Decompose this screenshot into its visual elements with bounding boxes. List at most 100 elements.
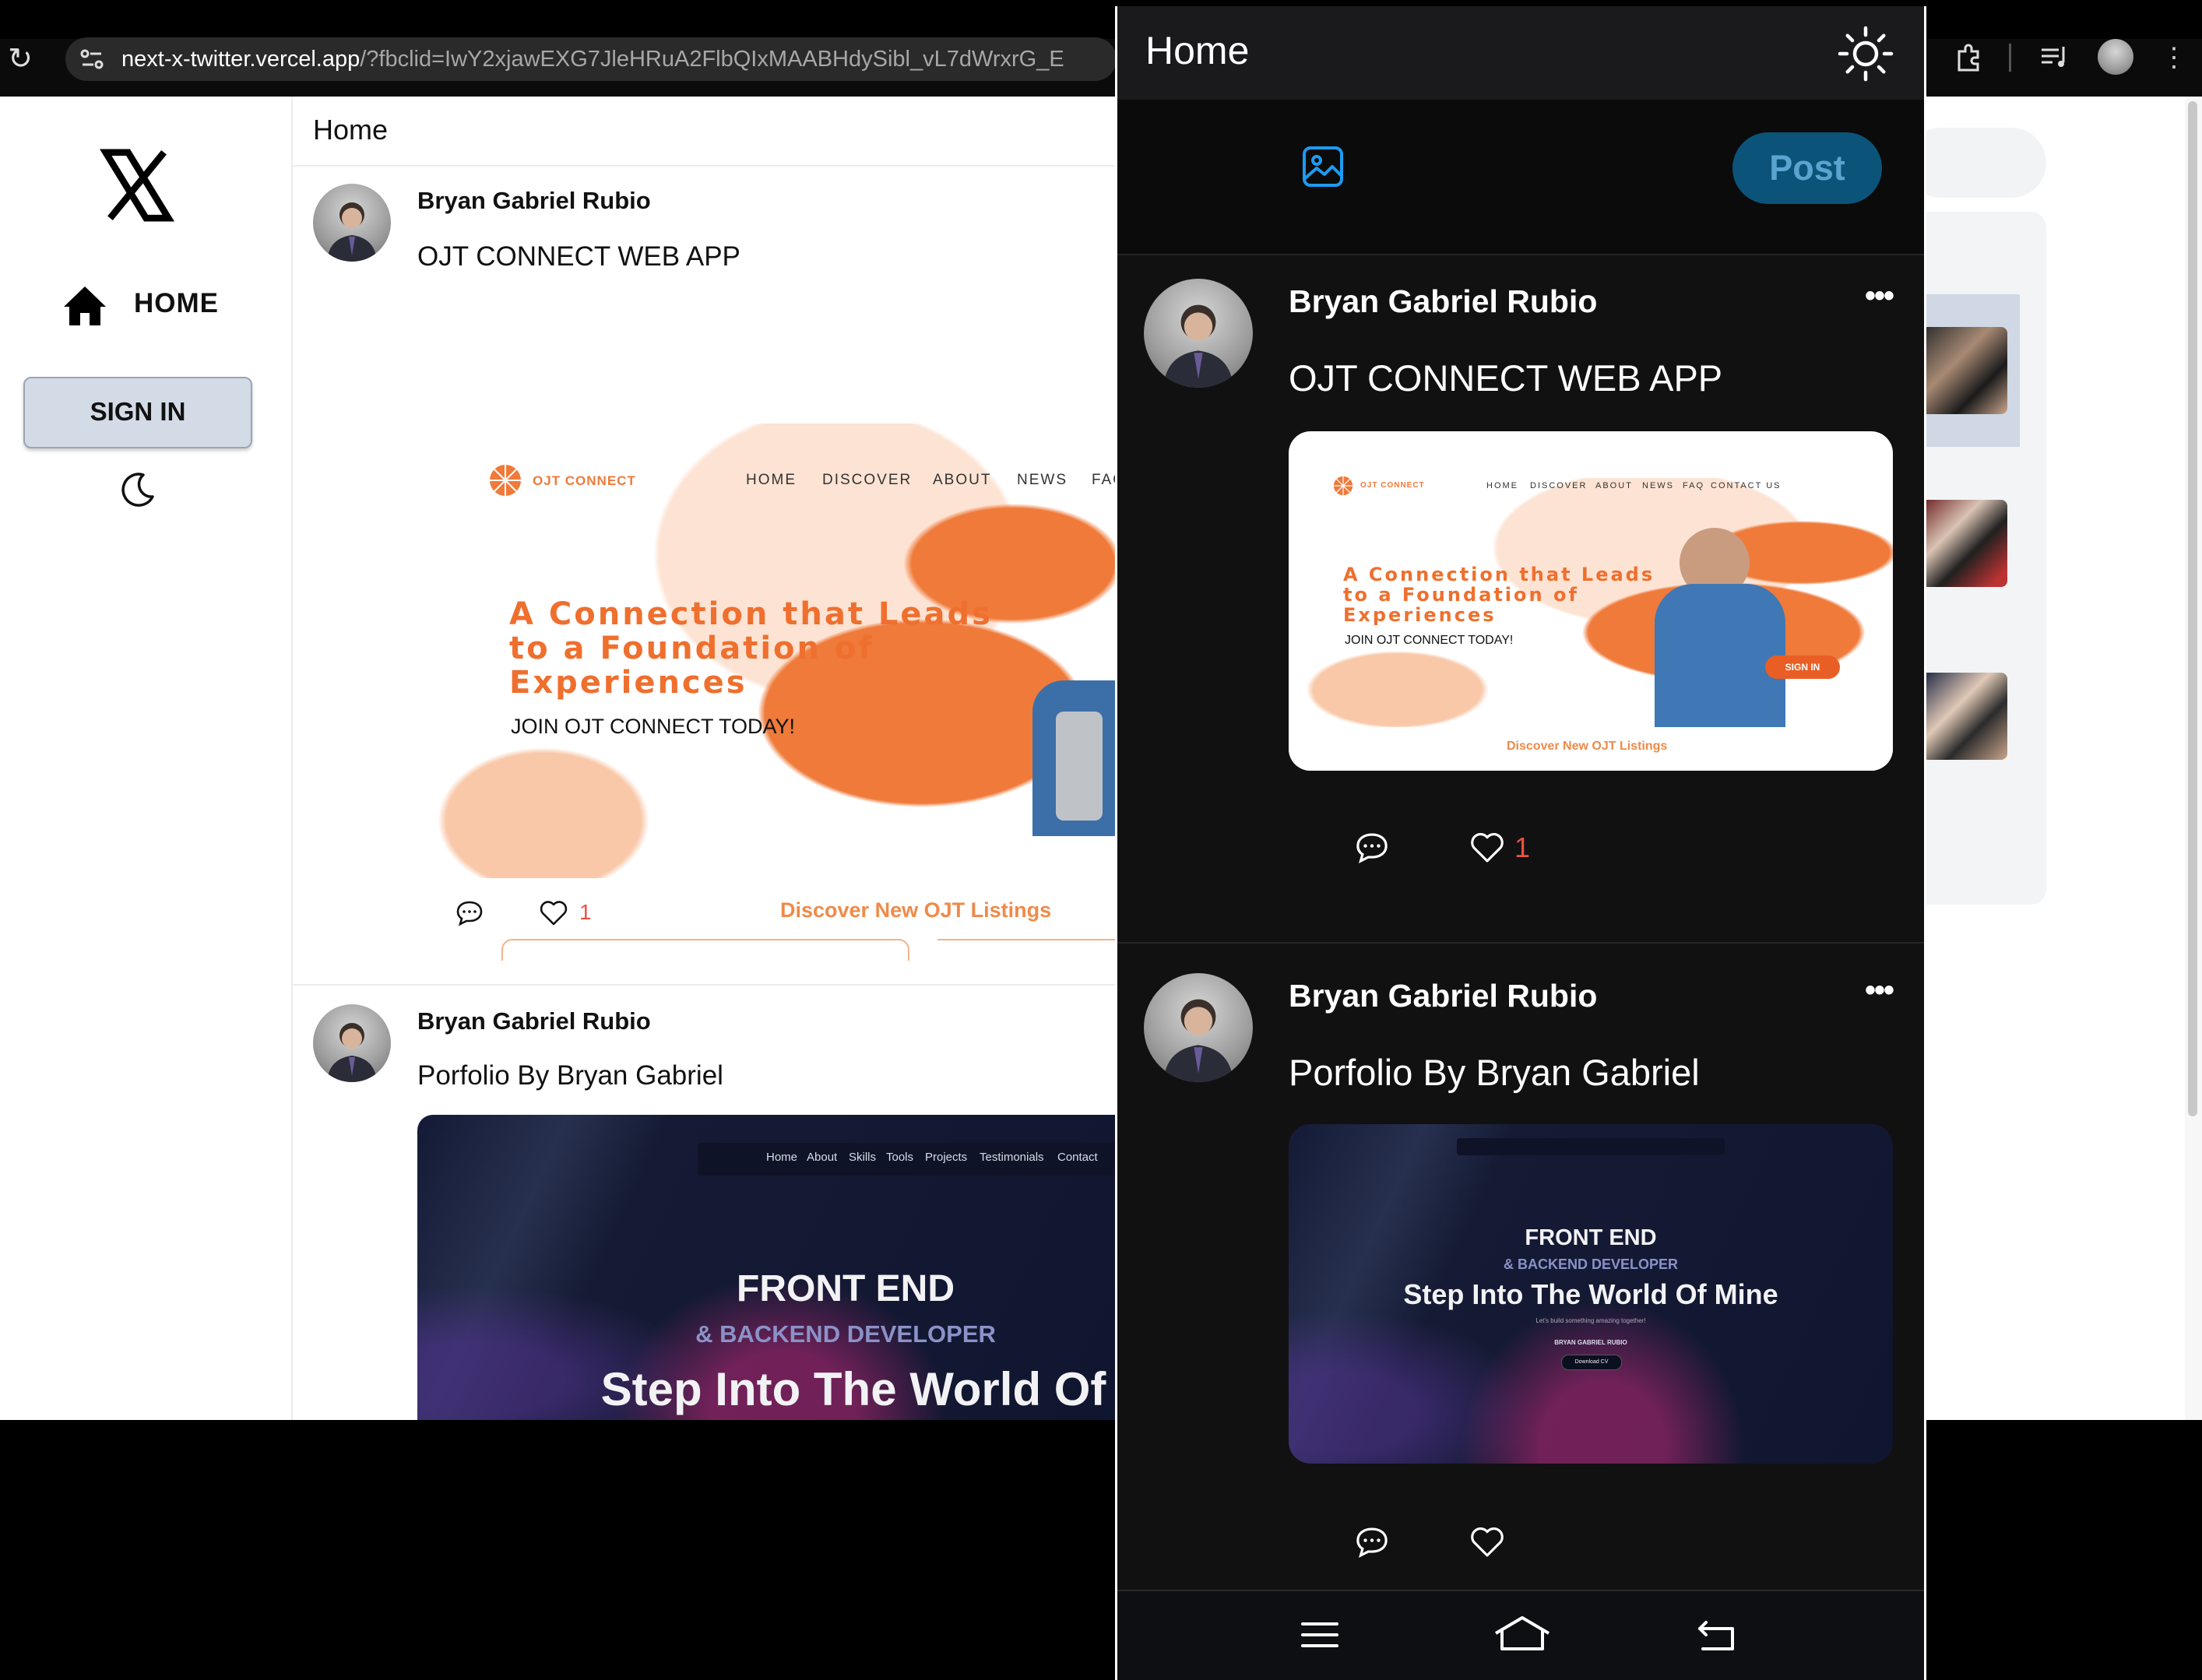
- heart-icon[interactable]: [1469, 830, 1505, 866]
- home-icon: [64, 286, 106, 325]
- site-settings-icon[interactable]: [78, 45, 106, 73]
- sun-icon[interactable]: [1837, 25, 1894, 83]
- preview-nav-item: Home: [766, 1151, 798, 1164]
- compose-divider: [1117, 254, 1924, 255]
- search-input[interactable]: [1906, 128, 2046, 198]
- preview-headline: Step Into The World Of: [600, 1363, 1106, 1415]
- preview-nav-item: DISCOVER: [822, 472, 913, 488]
- post-image-preview[interactable]: Home About Skills Tools Projects Testimo…: [417, 1115, 1118, 1420]
- post-author-name[interactable]: Bryan Gabriel Rubio: [417, 187, 651, 215]
- preview-headline: Experiences: [1343, 604, 1497, 626]
- like-count: 1: [1514, 831, 1531, 863]
- post-avatar[interactable]: [313, 1004, 391, 1082]
- url-path: /?fbclid=IwY2xjawEXG7JleHRuA2FlbQIxMAABH…: [360, 47, 1064, 72]
- url-text[interactable]: next-x-twitter.vercel.app/?fbclid=IwY2xj…: [121, 42, 1110, 76]
- news-thumbnail[interactable]: [1922, 327, 2007, 414]
- preview-nav-item: Testimonials: [980, 1151, 1044, 1164]
- post-divider: [1117, 942, 1924, 944]
- toolbar-divider: [2009, 44, 2011, 72]
- post-author-name[interactable]: Bryan Gabriel Rubio: [1289, 978, 1597, 1014]
- post-avatar[interactable]: [313, 184, 391, 262]
- preview-nav-item: Tools: [886, 1151, 914, 1164]
- preview-nav-item: Skills: [849, 1151, 877, 1164]
- sidebar-divider: [291, 97, 293, 1420]
- person-avatar-image: [327, 1023, 377, 1082]
- person-avatar-image: [1163, 304, 1233, 388]
- post-avatar[interactable]: [1144, 973, 1253, 1082]
- preview-nav-item: HOME: [1486, 481, 1518, 490]
- preview-nav-item: NEWS: [1642, 481, 1674, 490]
- more-options-icon[interactable]: •••: [1865, 279, 1894, 314]
- more-options-icon[interactable]: •••: [1865, 973, 1894, 1008]
- comment-icon[interactable]: [1354, 830, 1390, 866]
- url-host: next-x-twitter.vercel.app: [121, 47, 361, 72]
- ojt-logo-icon: [1333, 476, 1353, 496]
- home-button-icon[interactable]: [1491, 1611, 1553, 1655]
- media-controls-icon[interactable]: [2038, 40, 2073, 75]
- preview-card-outline: [501, 939, 909, 961]
- sign-in-button[interactable]: SIGN IN: [23, 377, 252, 448]
- preview-nav-item: About: [807, 1151, 838, 1164]
- preview-subtitle-line: & BACKEND DEVELOPER: [1503, 1256, 1679, 1272]
- preview-headline: Experiences: [509, 665, 747, 701]
- preview-nav-item: Contact: [1057, 1151, 1098, 1164]
- preview-signin-button: SIGN IN: [1765, 655, 1840, 679]
- preview-tagline: Let's build something amazing together!: [1535, 1317, 1646, 1324]
- person-avatar-image: [327, 202, 377, 262]
- preview-headline: to a Foundation of: [509, 631, 874, 666]
- post-image-preview[interactable]: OJT CONNECT HOME DISCOVER ABOUT NEWS FAQ…: [417, 307, 1118, 961]
- ojt-logo-text: OJT CONNECT: [1360, 481, 1425, 490]
- reload-icon[interactable]: ↻: [5, 44, 36, 75]
- ojt-logo-icon: [490, 465, 521, 496]
- preview-nav-bar: Home About Skills Tools Projects Testimo…: [698, 1143, 1118, 1176]
- preview-nav-item: NEWS: [1017, 472, 1068, 488]
- post-divider: [293, 984, 1118, 986]
- more-menu-icon[interactable]: ⋮: [2157, 40, 2191, 75]
- post-button[interactable]: Post: [1732, 132, 1882, 204]
- ojt-logo-text: OJT CONNECT: [533, 473, 636, 488]
- nav-home[interactable]: HOME: [58, 280, 244, 335]
- profile-avatar[interactable]: [2098, 39, 2133, 75]
- post-image-preview[interactable]: OJT CONNECT HOME DISCOVER ABOUT NEWS FAQ…: [1289, 431, 1893, 771]
- preview-subtitle-line: & BACKEND DEVELOPER: [695, 1320, 996, 1348]
- preview-nav-item: ABOUT: [933, 472, 992, 488]
- preview-nav-item: FAQ: [1092, 472, 1118, 488]
- extensions-icon[interactable]: [1951, 40, 1986, 75]
- preview-discover-heading: Discover New OJT Listings: [780, 898, 1052, 922]
- heart-icon[interactable]: [539, 898, 568, 928]
- preview-card-outline: [937, 939, 1118, 940]
- preview-title-line: FRONT END: [737, 1268, 955, 1309]
- person-avatar-image: [1163, 999, 1233, 1082]
- post-text: OJT CONNECT WEB APP: [1289, 357, 1723, 399]
- post-image-preview[interactable]: FRONT END & BACKEND DEVELOPER Step Into …: [1289, 1124, 1893, 1464]
- back-icon[interactable]: [1695, 1613, 1739, 1657]
- preview-headline: to a Foundation of: [1343, 584, 1579, 606]
- moon-icon[interactable]: [117, 470, 157, 511]
- recent-apps-icon[interactable]: [1298, 1613, 1342, 1657]
- post-text: Porfolio By Bryan Gabriel: [417, 1060, 723, 1091]
- feed-title: Home: [313, 114, 389, 146]
- nav-home-label: HOME: [134, 288, 219, 318]
- page-scrollbar-thumb[interactable]: [2188, 101, 2197, 1116]
- preview-discover-heading: Discover New OJT Listings: [1507, 740, 1668, 753]
- preview-download-cv-button: Download CV: [1561, 1355, 1622, 1370]
- preview-nav-item: ABOUT: [1595, 481, 1633, 490]
- post-author-name[interactable]: Bryan Gabriel Rubio: [1289, 283, 1597, 320]
- comment-icon[interactable]: [455, 898, 484, 928]
- preview-name: BRYAN GABRIEL RUBIO: [1554, 1339, 1627, 1346]
- mobile-header-title: Home: [1145, 29, 1250, 72]
- post-author-name[interactable]: Bryan Gabriel Rubio: [417, 1007, 651, 1035]
- like-count: 1: [579, 900, 592, 924]
- x-logo-icon[interactable]: [100, 148, 174, 223]
- comment-icon[interactable]: [1354, 1524, 1390, 1560]
- preview-nav-bar: [1457, 1138, 1725, 1155]
- news-thumbnail[interactable]: [1922, 500, 2007, 587]
- image-upload-icon[interactable]: [1301, 145, 1345, 188]
- preview-nav-item: HOME: [746, 472, 797, 488]
- heart-icon[interactable]: [1469, 1524, 1505, 1560]
- news-thumbnail[interactable]: [1922, 673, 2007, 760]
- post-avatar[interactable]: [1144, 279, 1253, 388]
- preview-person-image: [1655, 584, 1785, 727]
- mobile-screenshot: Home Post Bryan Gabriel Rubio ••• OJT CO…: [1115, 6, 1926, 1680]
- preview-subtext: JOIN OJT CONNECT TODAY!: [511, 715, 796, 738]
